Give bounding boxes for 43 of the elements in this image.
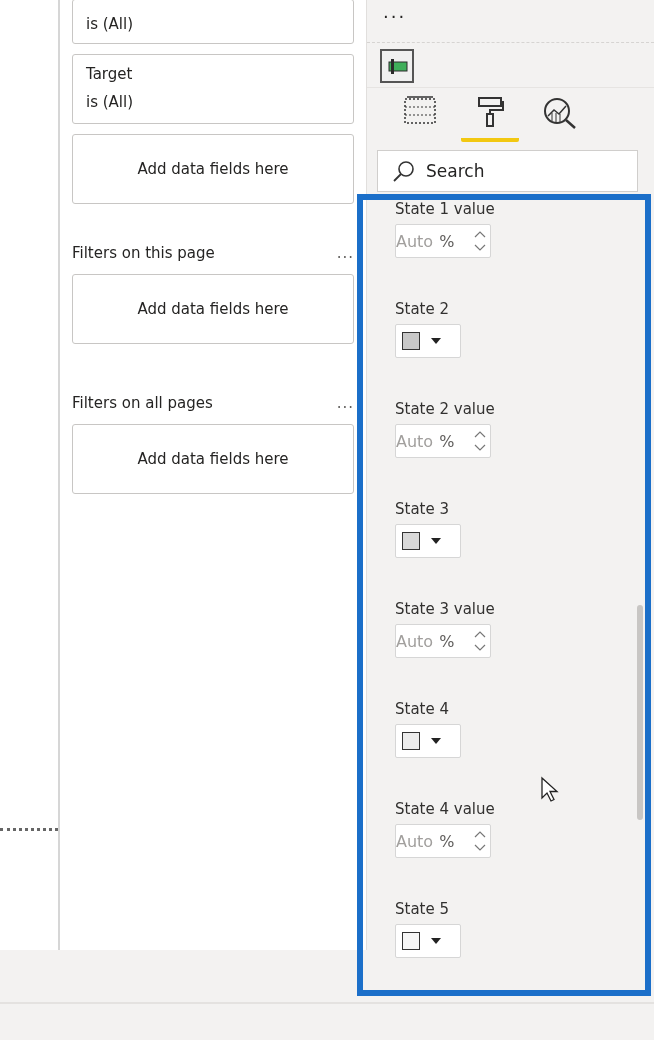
paint-roller-icon — [475, 96, 505, 128]
drop-zone[interactable]: Add data fields here — [72, 424, 354, 494]
caret-icon — [430, 937, 442, 945]
property-label: State 4 value — [395, 800, 496, 818]
more-options[interactable]: ... — [336, 394, 354, 412]
magnifier-chart-icon — [542, 96, 578, 130]
percent-spin-field[interactable]: Auto % — [395, 224, 491, 258]
drop-zone[interactable]: Add data fields here — [72, 274, 354, 344]
section-title: Filters on this page — [72, 244, 215, 262]
percent-spin-field[interactable]: Auto % — [395, 624, 491, 658]
search-field[interactable]: Search — [426, 152, 623, 190]
cursor-icon — [540, 776, 560, 804]
property-label: State 3 — [395, 500, 451, 518]
filter-card[interactable]: Target is (All) — [72, 54, 354, 124]
filter-condition: is (All) — [86, 92, 135, 113]
property-label: State 5 — [395, 900, 451, 918]
property-label: State 4 — [395, 700, 451, 718]
filter-field: Target — [86, 63, 340, 85]
property-label: State 2 value — [395, 400, 496, 418]
visual-icon[interactable] — [380, 49, 414, 83]
caret-icon — [430, 537, 442, 545]
drop-zone[interactable]: Add data fields here — [72, 134, 354, 204]
search-box[interactable]: Search — [377, 150, 638, 192]
section-title: Filters on all pages — [72, 394, 213, 412]
filter-card[interactable]: is (All) — [72, 0, 354, 44]
caret-icon — [430, 337, 442, 345]
filter-condition: is (All) — [86, 14, 135, 35]
property-label: State 2 — [395, 300, 451, 318]
format-tab[interactable] — [461, 96, 519, 142]
search-icon — [392, 159, 416, 183]
color-picker[interactable] — [395, 724, 461, 758]
percent-spin-field[interactable]: Auto % — [395, 824, 491, 858]
color-picker[interactable] — [395, 524, 461, 558]
color-picker[interactable] — [395, 924, 461, 958]
scrollbar[interactable] — [637, 605, 643, 820]
more-options[interactable]: ... — [383, 0, 413, 24]
more-options[interactable]: ... — [336, 244, 354, 262]
property-label: State 1 value — [395, 200, 496, 218]
color-picker[interactable] — [395, 324, 461, 358]
property-label: State 3 value — [395, 600, 496, 618]
percent-spin-field[interactable]: Auto % — [395, 424, 491, 458]
table-grid-icon — [403, 96, 437, 126]
caret-icon — [430, 737, 442, 745]
